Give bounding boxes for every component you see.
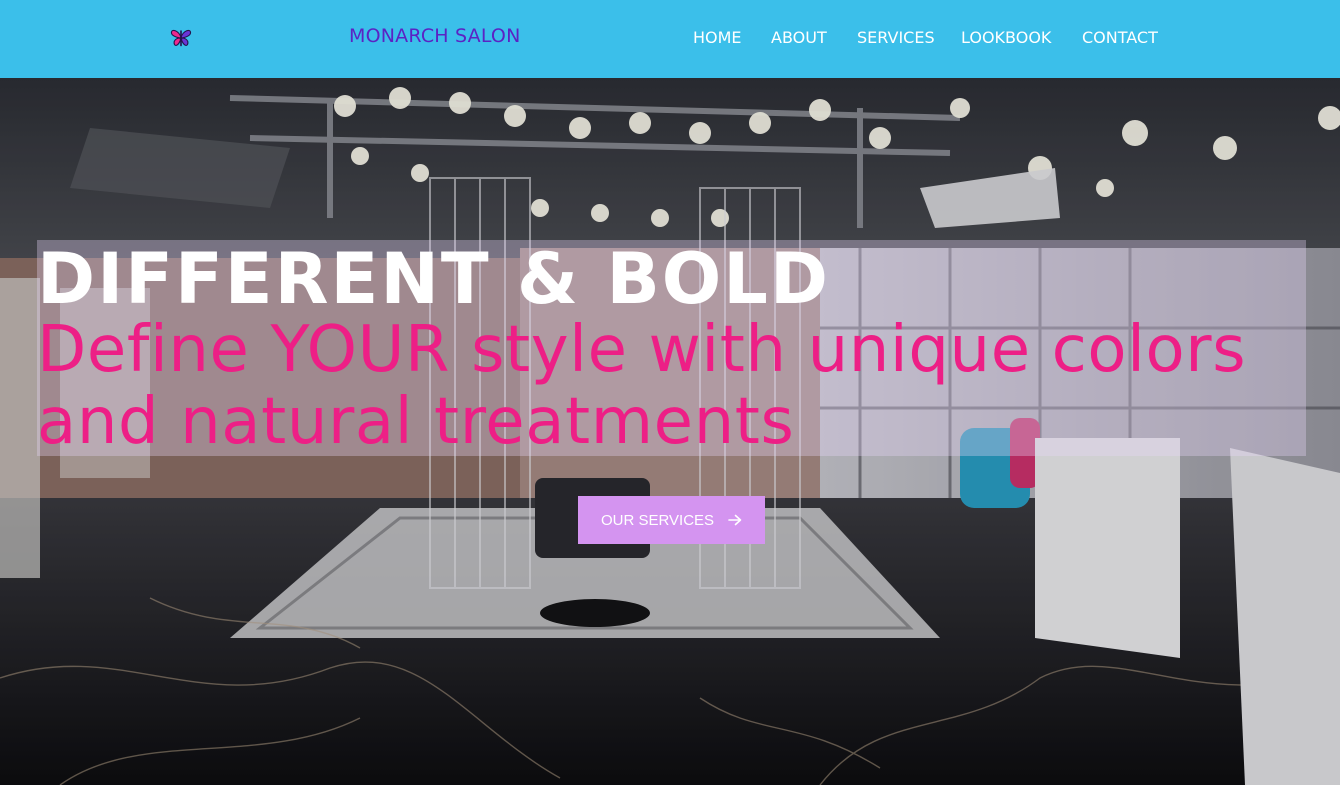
main-nav: HOME ABOUT SERVICES LOOKBOOK CONTACT [0,28,1340,50]
our-services-button[interactable]: OUR SERVICES [578,496,765,544]
page: MONARCH SALON HOME ABOUT SERVICES LOOKBO… [0,0,1340,785]
hero-section: DIFFERENT & BOLD Define YOUR style with … [0,78,1340,785]
hero-title: DIFFERENT & BOLD [37,238,831,320]
our-services-label: OUR SERVICES [600,511,715,529]
nav-home[interactable]: HOME [693,28,742,47]
hero-subtitle: Define YOUR style with unique colors and… [37,313,1247,459]
site-header: MONARCH SALON HOME ABOUT SERVICES LOOKBO… [0,0,1340,78]
nav-services[interactable]: SERVICES [857,28,935,47]
nav-lookbook[interactable]: LOOKBOOK [961,28,1051,47]
nav-contact[interactable]: CONTACT [1082,28,1158,47]
nav-about[interactable]: ABOUT [771,28,827,47]
arrow-right-icon [728,514,742,526]
